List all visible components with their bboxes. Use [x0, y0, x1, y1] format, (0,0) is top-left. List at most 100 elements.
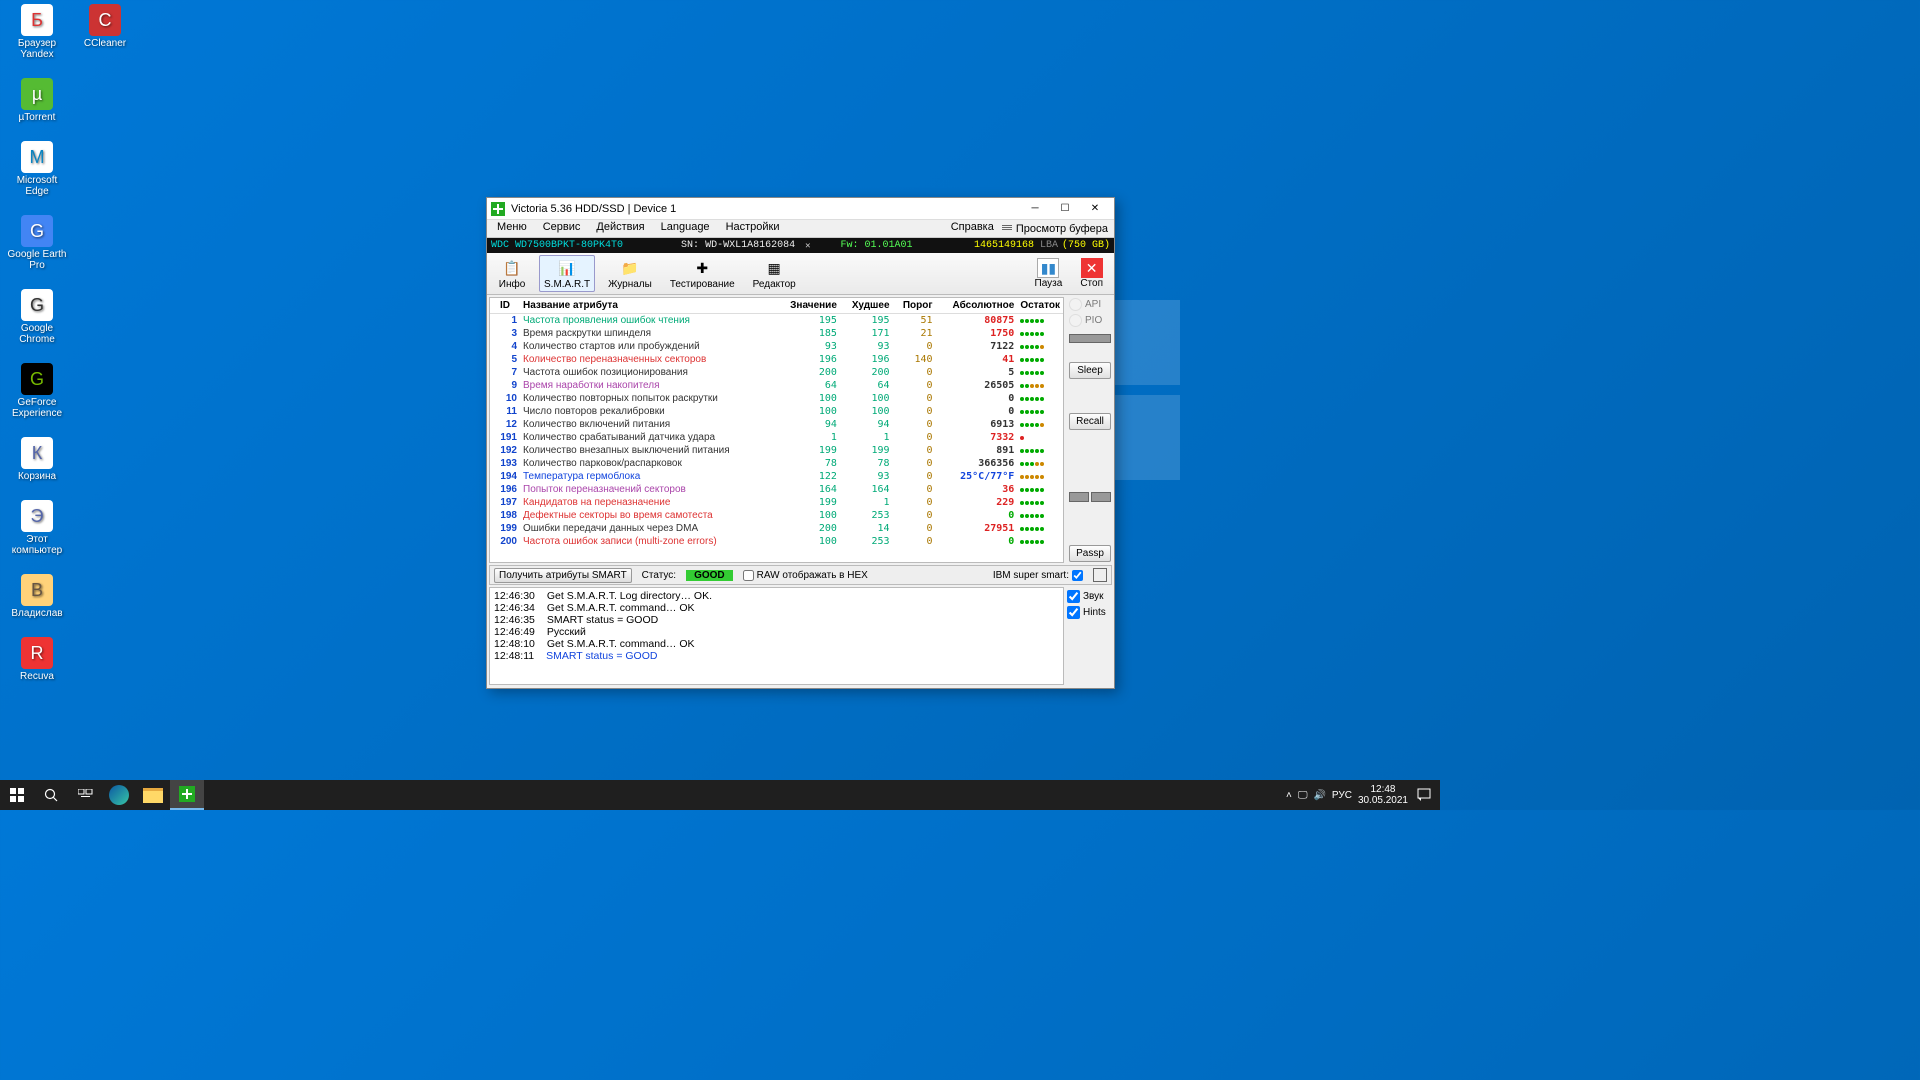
task-view-button[interactable] — [68, 780, 102, 810]
taskbar-edge[interactable] — [102, 780, 136, 810]
table-row[interactable]: 5Количество переназначенных секторов1961… — [490, 353, 1063, 366]
toolbar-button[interactable]: 📁Журналы — [603, 255, 657, 292]
toolbar-button[interactable]: 📋Инфо — [493, 255, 531, 292]
desktop-icon[interactable]: GGoogle Earth Pro — [6, 215, 68, 271]
toolbar-button[interactable]: ▦Редактор — [748, 255, 801, 292]
icon-label: CCleaner — [84, 38, 126, 49]
desktop-icon[interactable]: RRecuva — [6, 637, 68, 682]
table-row[interactable]: 3Время раскрутки шпинделя185171211750 — [490, 327, 1063, 340]
log-line: 12:46:35SMART status = GOOD — [494, 614, 1059, 626]
raw-hex-checkbox[interactable]: RAW отображать в HEX — [743, 570, 868, 581]
log-output[interactable]: 12:46:30Get S.M.A.R.T. Log directory… OK… — [489, 587, 1064, 685]
sleep-button[interactable]: Sleep — [1069, 362, 1111, 379]
right-panel: API PIO Sleep Recall Passp — [1066, 295, 1114, 565]
column-header[interactable]: ID — [490, 298, 520, 314]
list-icon — [1002, 225, 1012, 233]
column-header[interactable]: Название атрибута — [520, 298, 776, 314]
desktop-icon[interactable]: ККорзина — [6, 437, 68, 482]
table-row[interactable]: 4Количество стартов или пробуждений93930… — [490, 340, 1063, 353]
stop-button[interactable]: ✕ Стоп — [1075, 256, 1108, 291]
menu-item[interactable]: Настройки — [718, 220, 788, 237]
desktop-icon[interactable]: В Владислав — [6, 574, 68, 619]
pio-radio[interactable]: PIO — [1069, 314, 1111, 327]
table-row[interactable]: 192Количество внезапных выключений питан… — [490, 444, 1063, 457]
hints-checkbox[interactable]: Hints — [1067, 606, 1109, 619]
status-label: Статус: — [642, 570, 676, 581]
menu-item[interactable]: Language — [653, 220, 718, 237]
close-button[interactable]: ✕ — [1080, 199, 1110, 219]
icon-label: Владислав — [11, 608, 62, 619]
menu-item[interactable]: Сервис — [535, 220, 589, 237]
toolbar-button[interactable]: ✚Тестирование — [665, 255, 740, 292]
smart-table[interactable]: IDНазвание атрибутаЗначениеХудшееПорогАб… — [489, 297, 1064, 563]
menu-help[interactable]: Справка — [943, 220, 1002, 237]
table-row[interactable]: 197Кандидатов на переназначение19910229 — [490, 496, 1063, 509]
recall-button[interactable]: Recall — [1069, 413, 1111, 430]
get-smart-button[interactable]: Получить атрибуты SMART — [494, 568, 632, 583]
app-icon: В — [21, 574, 53, 606]
desktop-icon[interactable]: CCCleaner — [74, 4, 136, 49]
titlebar[interactable]: Victoria 5.36 HDD/SSD | Device 1 ─ ☐ ✕ — [487, 198, 1114, 220]
table-row[interactable]: 198Дефектные секторы во время самотеста1… — [490, 509, 1063, 522]
passp-button[interactable]: Passp — [1069, 545, 1111, 562]
minimize-button[interactable]: ─ — [1020, 199, 1050, 219]
toolbar-button[interactable]: 📊S.M.A.R.T — [539, 255, 595, 292]
info-close-icon[interactable]: ✕ — [805, 241, 810, 251]
start-button[interactable] — [0, 780, 34, 810]
column-header[interactable]: Остаток — [1017, 298, 1063, 314]
desktop-icon[interactable]: GGoogle Chrome — [6, 289, 68, 345]
tray-display-icon[interactable]: 🖵 — [1298, 790, 1308, 801]
table-row[interactable]: 7Частота ошибок позиционирования20020005 — [490, 366, 1063, 379]
sound-checkbox[interactable]: Звук — [1067, 590, 1109, 603]
menu-item[interactable]: Меню — [489, 220, 535, 237]
api-radio[interactable]: API — [1069, 298, 1111, 311]
taskbar[interactable]: ˄ 🖵 🔊 РУС 12:48 30.05.2021 — [0, 780, 1440, 810]
column-header[interactable]: Порог — [893, 298, 936, 314]
desktop-icon[interactable]: ЭЭтот компьютер — [6, 500, 68, 556]
search-button[interactable] — [34, 780, 68, 810]
table-row[interactable]: 191Количество срабатываний датчика удара… — [490, 431, 1063, 444]
table-row[interactable]: 199Ошибки передачи данных через DMA20014… — [490, 522, 1063, 535]
desktop-icon[interactable]: ББраузер Yandex — [6, 4, 68, 60]
app-icon: µ — [21, 78, 53, 110]
desktop-icons-col2: CCCleaner — [68, 0, 142, 53]
clock[interactable]: 12:48 30.05.2021 — [1358, 784, 1408, 806]
view-buffer-label: Просмотр буфера — [1016, 223, 1108, 235]
table-row[interactable]: 1Частота проявления ошибок чтения1951955… — [490, 314, 1063, 328]
table-row[interactable]: 196Попыток переназначений секторов164164… — [490, 483, 1063, 496]
table-row[interactable]: 194Температура гермоблока12293025°C/77°F — [490, 470, 1063, 483]
table-row[interactable]: 9Время наработки накопителя6464026505 — [490, 379, 1063, 392]
log-options: Звук Hints — [1064, 587, 1112, 685]
tray-chevron-icon[interactable]: ˄ — [1286, 790, 1292, 801]
column-header[interactable]: Значение — [776, 298, 840, 314]
log-line: 12:48:10Get S.M.A.R.T. command… OK — [494, 638, 1059, 650]
tray-language[interactable]: РУС — [1332, 790, 1352, 801]
table-row[interactable]: 200Частота ошибок записи (multi-zone err… — [490, 535, 1063, 548]
pause-button[interactable]: ▮▮ Пауза — [1030, 256, 1068, 291]
ibm-smart-checkbox[interactable]: IBM super smart: — [993, 570, 1083, 581]
view-buffer-button[interactable]: Просмотр буфера — [1002, 220, 1112, 237]
column-header[interactable]: Абсолютное — [936, 298, 1018, 314]
table-row[interactable]: 10Количество повторных попыток раскрутки… — [490, 392, 1063, 405]
device-infobar: WDC WD7500BPKT-80PK4T0 SN: WD-WXL1A81620… — [487, 238, 1114, 253]
table-row[interactable]: 12Количество включений питания949406913 — [490, 418, 1063, 431]
maximize-button[interactable]: ☐ — [1050, 199, 1080, 219]
desktop-icon[interactable]: GGeForce Experience — [6, 363, 68, 419]
serial-number: SN: WD-WXL1A8162084 — [681, 240, 795, 251]
column-header[interactable]: Худшее — [840, 298, 893, 314]
menu-item[interactable]: Действия — [588, 220, 652, 237]
toolbar-icon: ✚ — [688, 257, 716, 279]
taskbar-victoria[interactable] — [170, 780, 204, 810]
table-row[interactable]: 11Число повторов рекалибровки10010000 — [490, 405, 1063, 418]
tray-volume-icon[interactable]: 🔊 — [1313, 790, 1325, 801]
taskbar-explorer[interactable] — [136, 780, 170, 810]
desktop-icon[interactable]: µµTorrent — [6, 78, 68, 123]
table-row[interactable]: 193Количество парковок/распарковок787803… — [490, 457, 1063, 470]
pause-icon: ▮▮ — [1037, 258, 1059, 278]
toolbar: 📋Инфо📊S.M.A.R.T📁Журналы✚Тестирование▦Ред… — [487, 253, 1114, 295]
icon-label: Корзина — [18, 471, 56, 482]
victoria-icon — [179, 786, 195, 802]
desktop-icon[interactable]: MMicrosoft Edge — [6, 141, 68, 197]
notifications-button[interactable] — [1414, 780, 1434, 810]
lba-count: 1465149168 LBA — [974, 240, 1058, 251]
